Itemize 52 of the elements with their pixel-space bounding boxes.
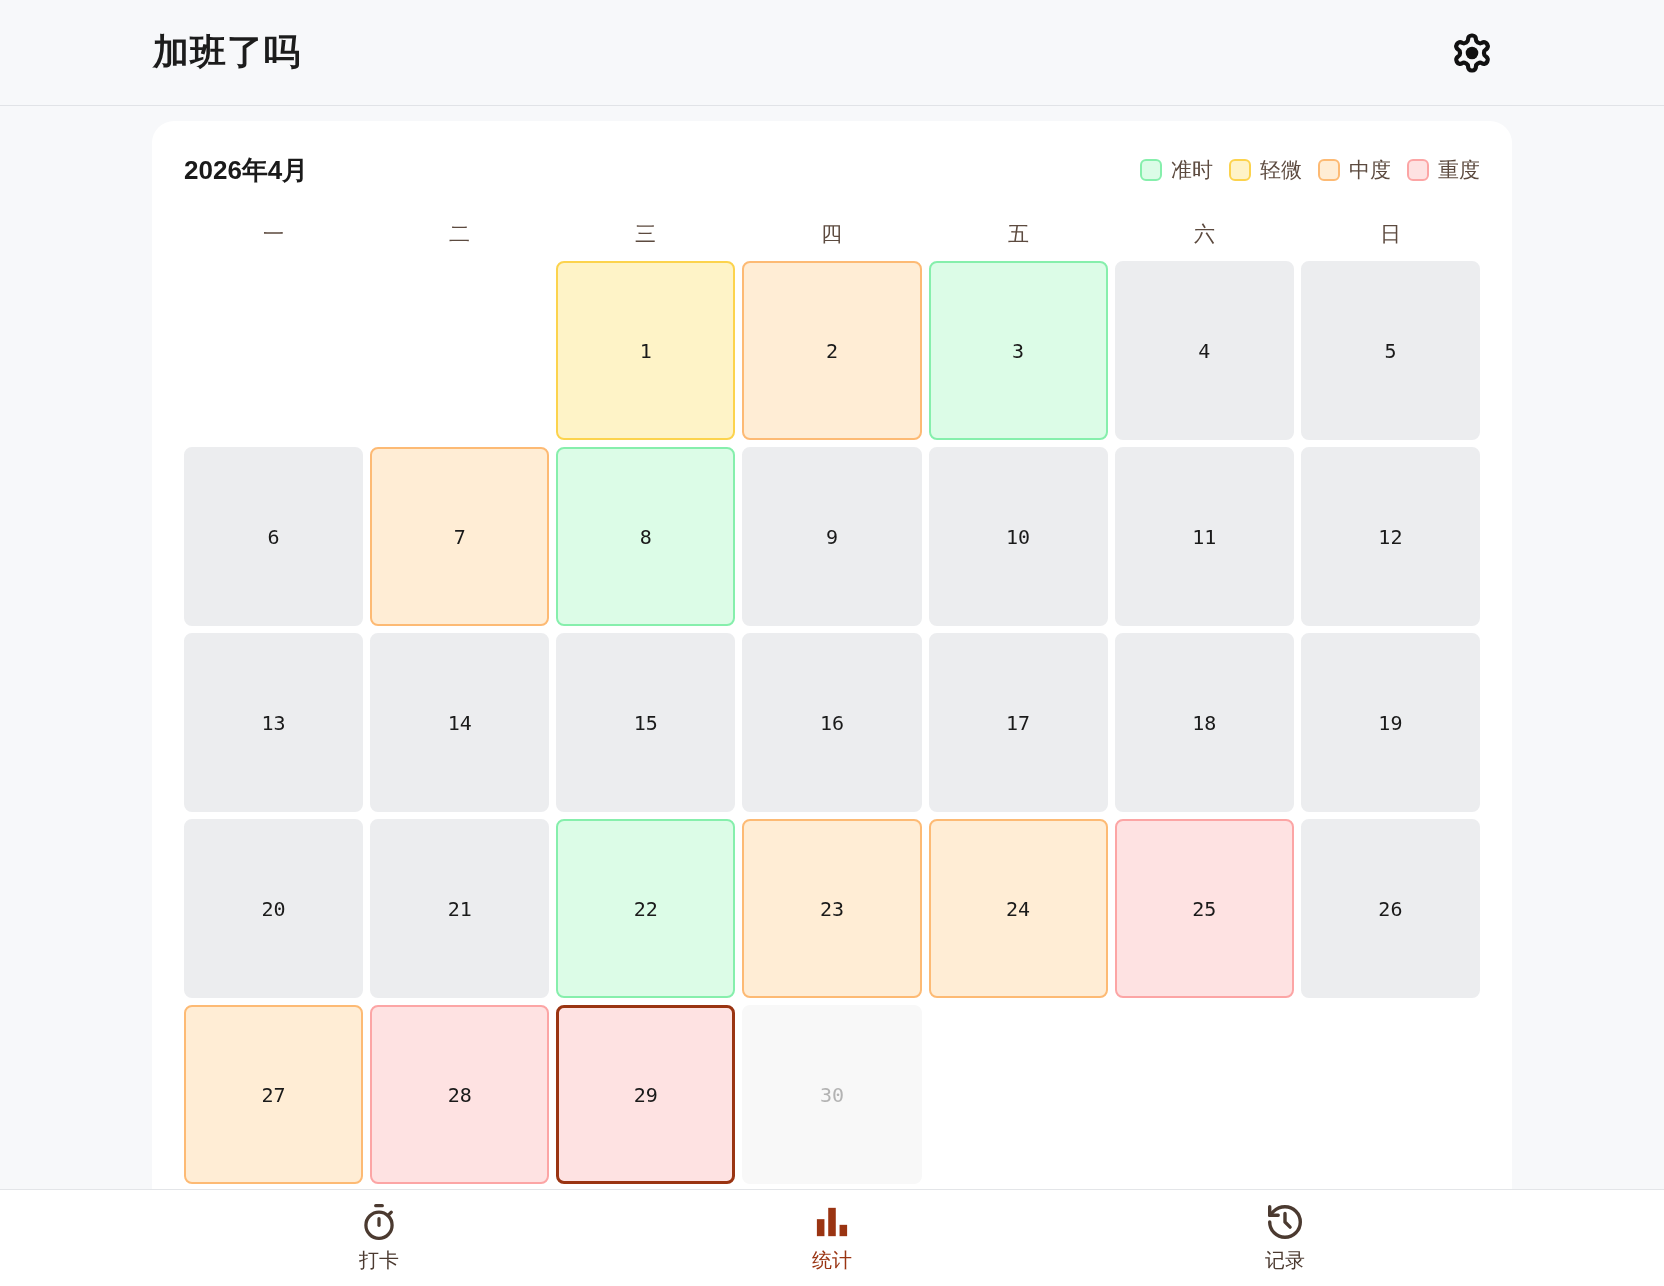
- legend-label: 轻微: [1260, 157, 1302, 183]
- day-cell[interactable]: 29: [556, 1005, 736, 1184]
- app-title: 加班了吗: [153, 30, 301, 74]
- weekday-label: 六: [1192, 221, 1216, 247]
- day-cell[interactable]: 11: [1114, 447, 1294, 626]
- weekday-label: 日: [1378, 221, 1402, 247]
- month-title: 2026年4月: [184, 153, 309, 187]
- day-cell[interactable]: 17: [928, 633, 1108, 812]
- day-cell[interactable]: 20: [184, 819, 364, 998]
- day-cell[interactable]: 15: [556, 633, 736, 812]
- day-cell[interactable]: 23: [742, 819, 922, 998]
- day-cell[interactable]: 6: [184, 447, 364, 626]
- nav-tab[interactable]: 记录: [1257, 1200, 1314, 1276]
- legend-swatch-icon: [1140, 159, 1162, 181]
- stopwatch-icon: [361, 1204, 396, 1240]
- day-cell[interactable]: 21: [370, 819, 550, 998]
- weekday-label: 一: [262, 221, 286, 247]
- day-cell[interactable]: 7: [370, 447, 550, 626]
- day-cell[interactable]: 8: [556, 447, 736, 626]
- nav-tab[interactable]: 统计: [804, 1200, 860, 1276]
- day-cell[interactable]: 14: [370, 633, 550, 812]
- day-cell[interactable]: 25: [1114, 819, 1294, 998]
- day-cell[interactable]: 27: [184, 1005, 364, 1184]
- history-icon: [1268, 1204, 1303, 1240]
- day-cell[interactable]: 28: [370, 1005, 550, 1184]
- day-cell[interactable]: 2: [742, 261, 922, 440]
- legend-label: 准时: [1171, 157, 1213, 183]
- day-cell[interactable]: 5: [1300, 261, 1480, 440]
- legend-label: 中度: [1349, 157, 1391, 183]
- day-cell[interactable]: 9: [742, 447, 922, 626]
- legend-label: 重度: [1438, 157, 1480, 183]
- weekday-label: 四: [820, 221, 844, 247]
- legend-swatch-icon: [1318, 159, 1340, 181]
- day-cell[interactable]: 13: [184, 633, 364, 812]
- day-cell[interactable]: 1: [556, 261, 736, 440]
- weekday-label: 二: [448, 221, 472, 247]
- day-cell[interactable]: 24: [928, 819, 1108, 998]
- day-cell[interactable]: 4: [1114, 261, 1294, 440]
- day-cell[interactable]: 10: [928, 447, 1108, 626]
- day-cell[interactable]: 19: [1300, 633, 1480, 812]
- settings-icon: [1451, 31, 1493, 74]
- day-cell[interactable]: 16: [742, 633, 922, 812]
- day-cell[interactable]: 22: [556, 819, 736, 998]
- day-cell[interactable]: 18: [1114, 633, 1294, 812]
- nav-tab[interactable]: 打卡: [350, 1200, 407, 1276]
- legend-swatch-icon: [1407, 159, 1429, 181]
- legend-swatch-icon: [1229, 159, 1251, 181]
- day-cell[interactable]: 12: [1300, 447, 1480, 626]
- day-cell[interactable]: 3: [928, 261, 1108, 440]
- weekday-label: 五: [1006, 221, 1030, 247]
- weekday-label: 三: [634, 221, 658, 247]
- day-cell[interactable]: 26: [1300, 819, 1480, 998]
